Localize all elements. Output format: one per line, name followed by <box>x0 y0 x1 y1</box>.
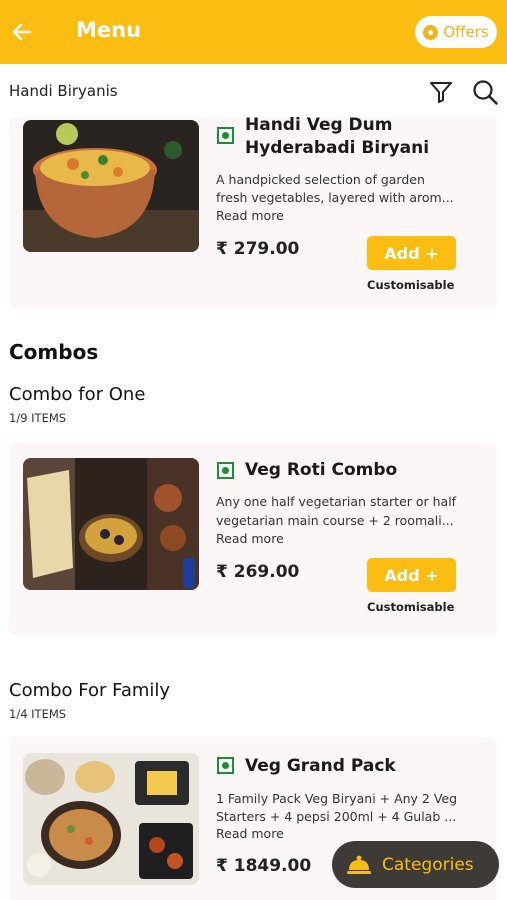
item-price: ₹ 279.00 <box>216 239 300 259</box>
veg-indicator-icon <box>217 127 234 144</box>
offer-badge-icon <box>423 24 439 40</box>
item-description: A handpicked selection of garden <box>216 172 425 187</box>
item-description: vegetarian main course + 2 roomali... <box>216 513 454 528</box>
biryani-dish-image <box>23 120 199 252</box>
item-price: ₹ 269.00 <box>216 562 300 582</box>
customisable-label: Customisable <box>367 600 455 614</box>
roti-combo-image <box>23 458 199 590</box>
item-description: 1 Family Pack Veg Biryani + Any 2 Veg <box>216 791 458 806</box>
item-price: ₹ 1849.00 <box>216 856 312 876</box>
add-button[interactable]: Add + <box>367 236 456 270</box>
categories-label: Categories <box>382 854 474 875</box>
item-name: Veg Grand Pack <box>245 756 396 776</box>
customisable-label: Customisable <box>367 278 455 292</box>
cloche-icon <box>347 855 371 874</box>
offers-label: Offers <box>443 23 489 41</box>
group-title: Combo For Family <box>9 680 171 701</box>
read-more-link[interactable]: Read more <box>216 208 284 223</box>
item-name: Veg Roti Combo <box>245 460 398 480</box>
menu-item-card[interactable]: Veg Roti Combo Any one half vegetarian s… <box>9 443 497 635</box>
top-app-bar: Menu Offers <box>0 0 507 64</box>
section-title-combos: Combos <box>9 340 99 364</box>
grand-pack-image <box>23 753 199 885</box>
item-name: Hyderabadi Biryani <box>245 138 430 158</box>
add-button[interactable]: Add + <box>367 558 456 592</box>
group-item-count: 1/4 ITEMS <box>9 707 67 721</box>
read-more-link[interactable]: Read more <box>216 826 284 841</box>
item-description: Starters + 4 pepsi 200ml + 4 Gulab ... <box>216 809 457 824</box>
filter-icon[interactable] <box>428 79 454 105</box>
current-category-title: Handi Biryanis <box>9 82 118 100</box>
back-arrow-icon[interactable] <box>10 20 34 44</box>
menu-item-card[interactable]: Handi Veg Dum Hyderabadi Biryani A handp… <box>9 115 497 308</box>
veg-indicator-icon <box>217 757 234 774</box>
item-description: fresh vegetables, layered with arom... <box>216 190 454 205</box>
offers-button[interactable]: Offers <box>415 16 497 48</box>
group-title: Combo for One <box>9 384 146 405</box>
veg-indicator-icon <box>217 462 234 479</box>
categories-button[interactable]: Categories <box>332 841 499 888</box>
item-name: Handi Veg Dum <box>245 115 393 135</box>
read-more-link[interactable]: Read more <box>216 531 284 546</box>
search-icon[interactable] <box>471 78 499 106</box>
group-item-count: 1/9 ITEMS <box>9 411 67 425</box>
page-title: Menu <box>76 18 142 42</box>
item-description: Any one half vegetarian starter or half <box>216 494 457 509</box>
